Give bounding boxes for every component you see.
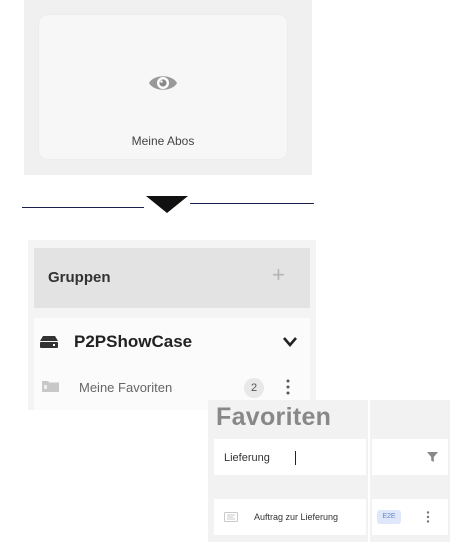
favorites-panel: Favoriten Lieferung Auftrag zur Lieferun… <box>208 400 450 542</box>
route-icon <box>224 512 238 522</box>
groups-list: P2PShowCase Meine Favoriten 2 <box>34 318 310 410</box>
divider-line-right <box>190 203 314 204</box>
folder-icon <box>42 381 59 392</box>
list-item-meta: E2E <box>372 499 448 535</box>
text-caret <box>295 451 296 465</box>
groups-title: Gruppen <box>48 269 111 286</box>
search-input[interactable]: Lieferung <box>214 439 366 475</box>
divider-line-left <box>22 207 144 208</box>
kebab-menu-icon[interactable] <box>285 378 291 396</box>
favorites-item-label[interactable]: Meine Favoriten <box>79 380 172 395</box>
list-item[interactable]: Auftrag zur Lieferung <box>214 499 366 535</box>
groups-header: Gruppen + <box>34 248 310 308</box>
plus-icon[interactable]: + <box>272 264 285 286</box>
my-subscriptions-card[interactable]: Meine Abos <box>38 14 288 160</box>
groups-panel: Gruppen + P2PShowCase Meine Favoriten 2 <box>28 240 316 410</box>
favorites-count-badge: 2 <box>244 378 264 398</box>
favorites-title: Favoriten <box>216 403 332 431</box>
filter-cell <box>372 439 448 475</box>
group-name[interactable]: P2PShowCase <box>74 332 192 352</box>
kebab-menu-icon[interactable] <box>425 510 431 524</box>
my-subscriptions-label: Meine Abos <box>131 134 195 148</box>
drive-icon <box>40 336 58 348</box>
e2e-badge: E2E <box>377 510 401 524</box>
subscriptions-panel: Meine Abos <box>24 0 312 175</box>
filter-icon[interactable] <box>427 452 438 462</box>
column-divider <box>368 400 370 542</box>
eye-icon <box>149 76 177 90</box>
list-item-label: Auftrag zur Lieferung <box>254 512 339 522</box>
chevron-down-icon[interactable] <box>282 336 298 348</box>
search-input-value: Lieferung <box>224 452 270 464</box>
arrow-down-icon <box>146 196 188 213</box>
